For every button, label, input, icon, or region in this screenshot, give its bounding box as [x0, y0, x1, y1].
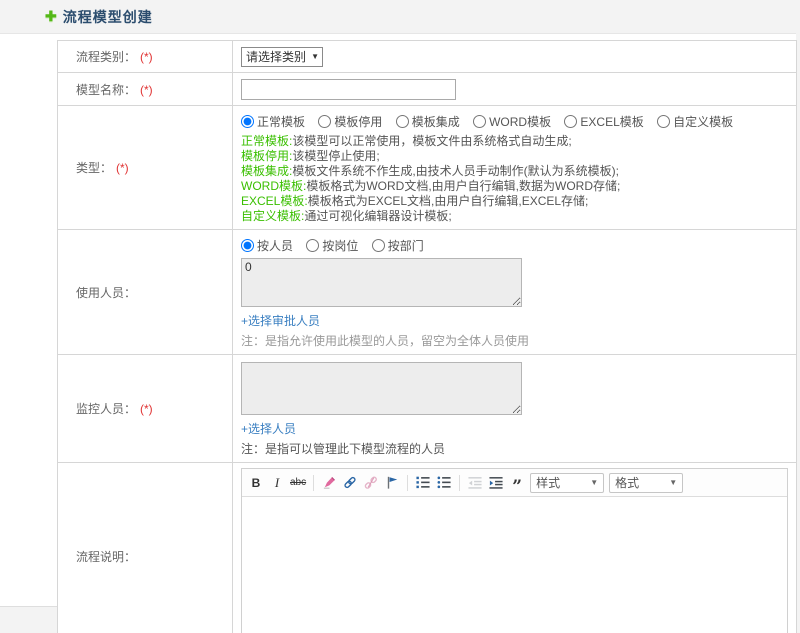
chevron-down-icon: ▼: [590, 478, 599, 487]
link-icon[interactable]: [342, 474, 358, 492]
users-mode-person-radio[interactable]: [241, 239, 254, 252]
users-note: 注：是指允许使用此模型的人员，留空为全体人员使用: [241, 334, 530, 348]
italic-button[interactable]: I: [269, 474, 285, 492]
toolbar-separator: [313, 474, 315, 491]
users-mode-person[interactable]: 按人员: [241, 239, 293, 253]
required-mark: (*): [116, 161, 129, 175]
model-name-input[interactable]: [241, 78, 456, 100]
type-desc-integrated: 模板集成:模板文件系统不作生成,由技术人员手动制作(默认为系统模板);: [241, 164, 620, 178]
required-mark: (*): [140, 82, 153, 97]
row-users: 使用人员： 按人员 按岗位 按部门 0 +选择审批人员 注：是指允许使用此模型的…: [57, 229, 797, 355]
row-monitors: 监控人员： (*) +选择人员 注：是指可以管理此下模型流程的人员: [57, 354, 797, 463]
process-model-form: 流程类别： (*) 请选择类别 ▼ 模型名称： (*) 类型： (*) 正常模板…: [57, 40, 797, 633]
page-title: 流程模型创建: [62, 8, 153, 25]
type-radio-group: 正常模板 模板停用 模板集成 WORD模板 EXCEL模板 自定义模板: [241, 113, 788, 130]
monitors-textarea[interactable]: [241, 362, 522, 415]
row-model-name: 模型名称： (*): [57, 72, 797, 106]
type-option-normal[interactable]: 正常模板: [241, 115, 305, 129]
bold-button[interactable]: B: [248, 474, 264, 492]
users-mode-group: 按人员 按岗位 按部门: [241, 237, 788, 254]
monitors-note: 注：是指可以管理此下模型流程的人员: [241, 442, 446, 456]
type-label: 类型：: [76, 161, 113, 175]
chevron-down-icon: ▼: [669, 478, 678, 487]
users-textarea[interactable]: 0: [241, 258, 522, 307]
format-combo[interactable]: 格式 ▼: [609, 472, 684, 493]
toolbar-separator: [407, 474, 409, 491]
anchor-flag-icon[interactable]: [384, 474, 400, 492]
type-radio-custom[interactable]: [657, 115, 671, 128]
type-option-excel[interactable]: EXCEL模板: [564, 115, 644, 129]
type-option-custom[interactable]: 自定义模板: [657, 115, 733, 129]
type-desc-excel: EXCEL模板:模板格式为EXCEL文档,由用户自行编辑,EXCEL存储;: [241, 194, 589, 208]
type-option-integrated[interactable]: 模板集成: [395, 115, 460, 129]
type-radio-disabled[interactable]: [318, 115, 332, 128]
content-panel: 流程类别： (*) 请选择类别 ▼ 模型名称： (*) 类型： (*) 正常模板…: [0, 33, 797, 633]
type-desc-custom: 自定义模板:通过可视化编辑器设计模板;: [241, 209, 452, 223]
ordered-list-button[interactable]: [415, 474, 431, 492]
type-radio-excel[interactable]: [564, 115, 578, 128]
monitors-label: 监控人员：: [76, 402, 137, 416]
select-monitors-link[interactable]: +选择人员: [241, 420, 296, 437]
row-description: 流程说明： B I abc ” 样式 ▼ 格式 ▼: [57, 462, 797, 633]
page-header: ✚ 流程模型创建: [0, 0, 800, 33]
users-mode-post[interactable]: 按岗位: [306, 239, 358, 253]
toolbar-separator: [459, 474, 461, 491]
style-combo[interactable]: 样式 ▼: [530, 472, 605, 493]
required-mark: (*): [140, 402, 153, 416]
type-radio-integrated[interactable]: [395, 115, 409, 128]
indent-button[interactable]: [488, 474, 504, 492]
unordered-list-button[interactable]: [436, 474, 452, 492]
type-option-disabled[interactable]: 模板停用: [318, 115, 382, 129]
description-label: 流程说明：: [76, 549, 137, 564]
rich-text-editor: B I abc ” 样式 ▼ 格式 ▼: [241, 468, 788, 633]
editor-content-area[interactable]: [242, 497, 787, 633]
plus-icon: ✚: [45, 8, 57, 24]
type-radio-normal[interactable]: [241, 115, 254, 128]
row-category: 流程类别： (*) 请选择类别 ▼: [57, 40, 797, 73]
chevron-down-icon: ▼: [311, 52, 319, 61]
users-mode-dept-radio[interactable]: [371, 239, 385, 252]
users-mode-post-radio[interactable]: [306, 239, 320, 252]
strikethrough-button[interactable]: abc: [290, 474, 306, 492]
required-mark: (*): [140, 50, 153, 64]
type-option-word[interactable]: WORD模板: [473, 115, 551, 129]
select-approvers-link[interactable]: +选择审批人员: [241, 312, 320, 329]
remove-format-button[interactable]: [321, 474, 337, 492]
type-desc-normal: 正常模板:该模型可以正常使用，模板文件由系统格式自动生成;: [241, 134, 572, 148]
category-label: 流程类别：: [76, 50, 137, 64]
category-select[interactable]: 请选择类别 ▼: [241, 46, 323, 67]
type-radio-word[interactable]: [473, 115, 487, 128]
outdent-button[interactable]: [467, 474, 483, 492]
users-label: 使用人员：: [76, 285, 137, 300]
type-desc-word: WORD模板:模板格式为WORD文档,由用户自行编辑,数据为WORD存储;: [241, 179, 621, 193]
type-desc-disabled: 模板停用:该模型停止使用;: [241, 149, 380, 163]
category-select-value: 请选择类别: [246, 50, 307, 64]
unlink-icon[interactable]: [363, 474, 379, 492]
blockquote-button[interactable]: ”: [509, 474, 525, 495]
editor-toolbar: B I abc ” 样式 ▼ 格式 ▼: [242, 469, 787, 497]
users-mode-dept[interactable]: 按部门: [371, 239, 424, 253]
row-type: 类型： (*) 正常模板 模板停用 模板集成 WORD模板 EXCEL模板 自定义…: [57, 105, 797, 230]
model-name-label: 模型名称：: [76, 82, 137, 97]
